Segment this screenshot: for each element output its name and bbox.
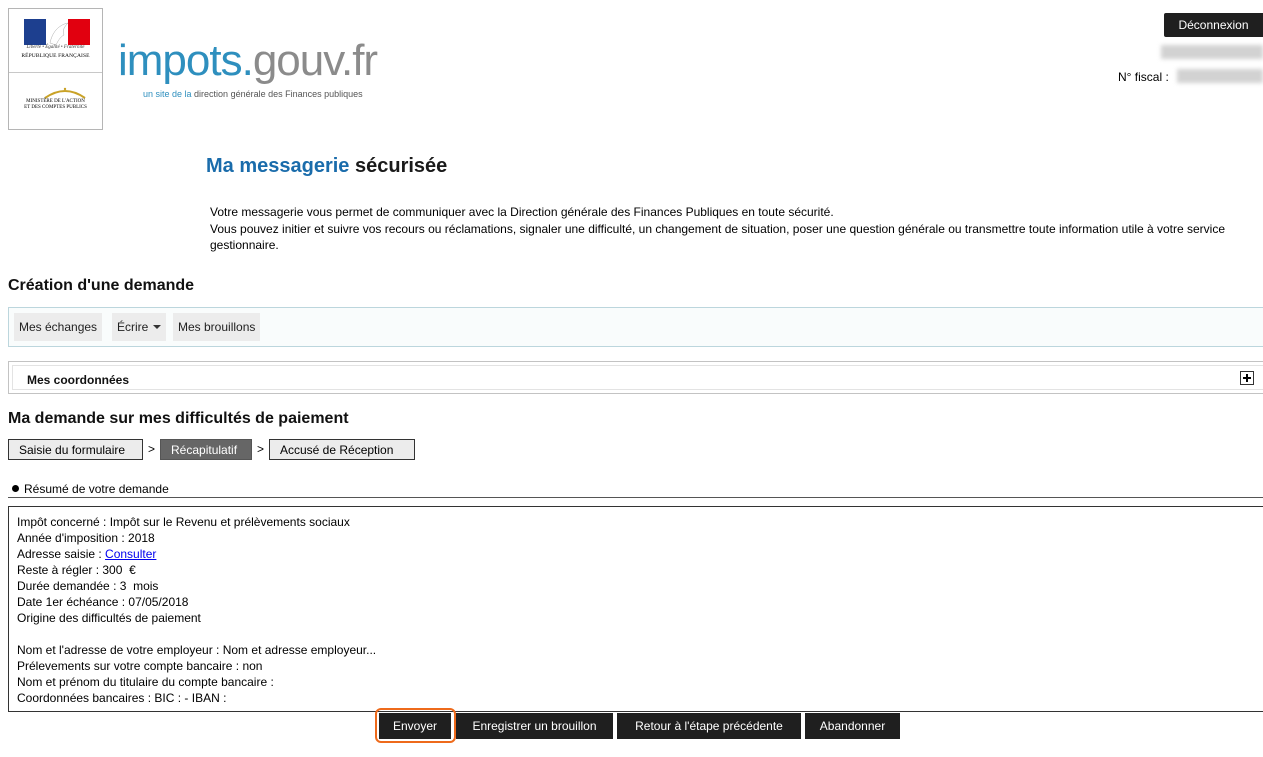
summary-duration-line: Durée demandée : 3 mois — [17, 579, 159, 593]
consult-address-link[interactable]: Consulter — [105, 547, 156, 561]
republic-logo: Liberté • Égalité • Fraternité RÉPUBLIQU… — [8, 8, 103, 130]
summary-first-due-line: Date 1er échéance : 07/05/2018 — [17, 595, 189, 609]
save-draft-button[interactable]: Enregistrer un brouillon — [456, 713, 613, 739]
marianne-icon — [24, 19, 90, 45]
summary-direct-debit-line: Prélevements sur votre compte bancaire :… — [17, 659, 263, 673]
summary-remaining-line: Reste à régler : 300 € — [17, 563, 136, 577]
summary-employer-line: Nom et l'adresse de votre employeur : No… — [17, 643, 377, 657]
summary-title: Résumé de votre demande — [12, 482, 169, 496]
user-name-redacted — [1161, 45, 1263, 59]
coordinates-panel: Mes coordonnées — [8, 361, 1263, 394]
divider — [8, 497, 1263, 498]
intro-text: Votre messagerie vous permet de communiq… — [210, 205, 1226, 252]
my-drafts-button[interactable]: Mes brouillons — [173, 313, 261, 341]
step-recap: Récapitulatif — [160, 439, 252, 460]
my-exchanges-button[interactable]: Mes échanges — [14, 313, 103, 341]
send-button[interactable]: Envoyer — [379, 713, 451, 739]
step-separator: > — [148, 442, 156, 456]
coordinates-title[interactable]: Mes coordonnées — [27, 373, 129, 387]
republic-motto: Liberté • Égalité • Fraternité — [26, 45, 85, 50]
step-form: Saisie du formulaire — [8, 439, 143, 460]
marianne-block: Liberté • Égalité • Fraternité RÉPUBLIQU… — [9, 9, 102, 73]
step-separator: > — [257, 442, 265, 456]
page-title: Ma messagerie sécurisée — [206, 155, 448, 177]
logout-button[interactable]: Déconnexion — [1164, 13, 1263, 37]
previous-step-button[interactable]: Retour à l'étape précédente — [617, 713, 801, 739]
summary-tax-line: Impôt concerné : Impôt sur le Revenu et … — [17, 515, 350, 529]
brand-tagline: un site de la direction générale des Fin… — [143, 89, 363, 99]
summary-origin-line: Origine des difficultés de paiement — [17, 611, 201, 625]
summary-box: Impôt concerné : Impôt sur le Revenu et … — [8, 506, 1263, 712]
brand-logo[interactable]: impots.gouv.fr — [118, 36, 378, 86]
caret-down-icon — [153, 325, 162, 329]
fiscal-number-redacted — [1177, 69, 1263, 83]
request-heading: Ma demande sur mes difficultés de paieme… — [8, 410, 349, 427]
write-dropdown-button[interactable]: Écrire — [112, 313, 167, 341]
messaging-toolbar: Mes échanges Écrire Mes brouillons — [8, 307, 1263, 347]
ministry-label: MINISTÈRE DE L'ACTION ET DES COMPTES PUB… — [24, 99, 87, 110]
summary-account-holder-line: Nom et prénom du titulaire du compte ban… — [17, 675, 274, 689]
abandon-button[interactable]: Abandonner — [805, 713, 900, 739]
fiscal-number-label: N° fiscal : — [1118, 70, 1169, 84]
summary-address-line: Adresse saisie : Consulter — [17, 547, 157, 561]
republic-label: RÉPUBLIQUE FRANÇAISE — [21, 53, 90, 59]
bullet-icon — [12, 485, 19, 492]
expand-plus-icon[interactable] — [1240, 371, 1254, 385]
step-receipt: Accusé de Réception — [269, 439, 415, 460]
summary-bank-details-line: Coordonnées bancaires : BIC : - IBAN : — [17, 691, 227, 705]
ministry-emblem-icon — [44, 87, 86, 99]
creation-heading: Création d'une demande — [8, 277, 195, 294]
summary-year-line: Année d'imposition : 2018 — [17, 531, 155, 545]
